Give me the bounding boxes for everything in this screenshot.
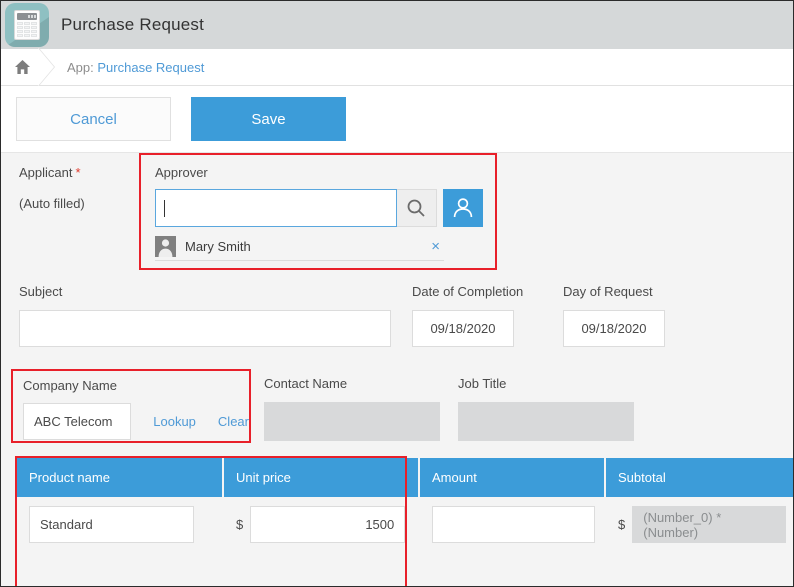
date-of-completion-field: Date of Completion 09/18/2020 [412, 284, 523, 347]
line-items-table: Product name Unit price Amount Subtotal … [17, 458, 794, 552]
purchase-request-window: Purchase Request App: Purchase Request C… [0, 0, 794, 587]
approver-search-input[interactable] [155, 189, 397, 227]
date-of-completion-label: Date of Completion [412, 284, 523, 299]
person-icon[interactable] [443, 189, 483, 227]
subtotal-value: (Number_0) * (Number) [632, 506, 786, 543]
cell-amount [419, 497, 605, 552]
column-header-subtotal: Subtotal [605, 458, 794, 497]
applicant-field: Applicant* (Auto filled) [19, 165, 85, 211]
approver-field: Approver [141, 155, 495, 261]
cancel-button[interactable]: Cancel [16, 97, 171, 141]
applicant-label-text: Applicant [19, 165, 72, 180]
product-name-input[interactable]: Standard [29, 506, 194, 543]
subject-field: Subject [19, 284, 391, 347]
currency-symbol-unit-price: $ [236, 517, 243, 532]
subject-input[interactable] [19, 310, 391, 347]
breadcrumb-app-link[interactable]: Purchase Request [97, 60, 204, 75]
page-title: Purchase Request [53, 15, 204, 35]
cell-unit-price: $ 1500 [223, 497, 419, 552]
close-icon[interactable]: × [431, 238, 444, 255]
table-header-row: Product name Unit price Amount Subtotal [17, 458, 794, 497]
save-button[interactable]: Save [191, 97, 346, 141]
app-icon-wrap [1, 1, 53, 49]
day-of-request-field: Day of Request 09/18/2020 [563, 284, 665, 347]
search-icon[interactable] [397, 189, 437, 227]
day-of-request-label: Day of Request [563, 284, 665, 299]
calculator-icon [5, 3, 49, 47]
user-avatar-icon [155, 236, 176, 257]
text-caret [164, 200, 165, 217]
approver-annotation-box: Approver [139, 153, 497, 270]
breadcrumb-prefix: App: [67, 60, 94, 75]
subject-label: Subject [19, 284, 391, 299]
cell-product-name: Standard [17, 497, 223, 552]
home-icon[interactable] [9, 49, 35, 86]
date-of-completion-input[interactable]: 09/18/2020 [412, 310, 514, 347]
unit-price-input[interactable]: 1500 [250, 506, 405, 543]
company-name-label: Company Name [23, 378, 249, 393]
company-name-annotation-box: Company Name ABC Telecom Lookup Clear [11, 369, 251, 443]
calculator-keys [17, 22, 37, 37]
job-title-input [458, 402, 634, 441]
contact-name-label: Contact Name [264, 376, 440, 391]
breadcrumb-separator-icon [35, 49, 61, 86]
column-header-unit-price: Unit price [223, 458, 419, 497]
applicant-auto-filled-note: (Auto filled) [19, 196, 85, 211]
approver-label: Approver [155, 165, 483, 180]
clear-link[interactable]: Clear [218, 414, 249, 429]
applicant-label: Applicant* [19, 165, 85, 180]
calculator-screen [17, 13, 37, 20]
company-name-row: ABC Telecom Lookup Clear [23, 403, 249, 440]
table-row: Standard $ 1500 [17, 497, 794, 552]
day-of-request-input[interactable]: 09/18/2020 [563, 310, 665, 347]
contact-name-field: Contact Name [264, 376, 440, 441]
amount-input[interactable] [432, 506, 595, 543]
selected-approver-item: Mary Smith × [155, 233, 444, 261]
company-name-field: Company Name ABC Telecom Lookup Clear [13, 371, 249, 440]
form-body: Applicant* (Auto filled) Approver [1, 153, 793, 587]
action-toolbar: Cancel Save [1, 86, 793, 153]
column-header-amount: Amount [419, 458, 605, 497]
lookup-link[interactable]: Lookup [153, 414, 196, 429]
required-asterisk: * [75, 165, 80, 180]
cell-subtotal: $ (Number_0) * (Number) [605, 497, 794, 552]
job-title-label: Job Title [458, 376, 634, 391]
app-header: Purchase Request [1, 1, 793, 49]
contact-name-input [264, 402, 440, 441]
approver-input-row [155, 189, 483, 227]
company-name-input[interactable]: ABC Telecom [23, 403, 131, 440]
column-header-product-name: Product name [17, 458, 223, 497]
breadcrumb: App: Purchase Request [1, 49, 793, 86]
breadcrumb-text: App: Purchase Request [61, 60, 204, 75]
job-title-field: Job Title [458, 376, 634, 441]
currency-symbol-subtotal: $ [618, 517, 625, 532]
calculator-glyph [14, 10, 40, 40]
selected-approver-name: Mary Smith [185, 239, 431, 254]
